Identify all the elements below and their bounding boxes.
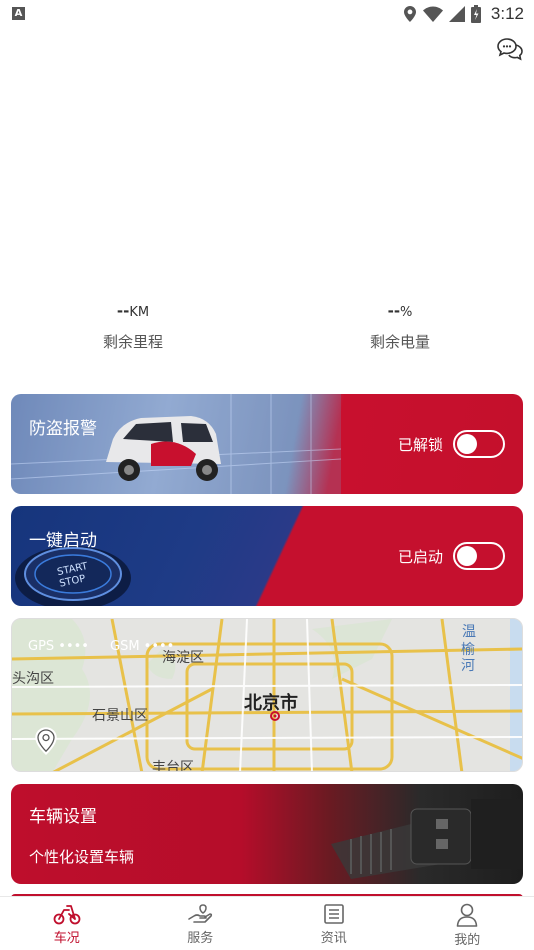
switch-knob [457, 434, 477, 454]
lock-state-label: 已解锁 [397, 435, 443, 454]
news-icon [323, 904, 344, 924]
notification-a-icon: A [12, 7, 25, 20]
map-label-he: 河 [461, 658, 475, 674]
one-key-start-card[interactable]: START STOP 一键启动 已启动 [11, 506, 523, 606]
location-icon [403, 6, 416, 22]
nav-label: 资讯 [320, 931, 347, 946]
nav-item-service[interactable]: 服务 [134, 897, 268, 950]
remaining-mileage: --KM 剩余里程 [63, 300, 203, 352]
handlebar-image [331, 799, 523, 879]
start-switch[interactable] [453, 542, 505, 570]
location-pin-icon[interactable] [35, 727, 57, 755]
vehicle-settings-title: 车辆设置 [29, 807, 97, 827]
scooter-icon [53, 905, 81, 925]
service-hand-icon [188, 904, 213, 923]
anti-theft-toggle-row: 已解锁 [398, 430, 505, 458]
start-toggle-row: 已启动 [398, 542, 505, 570]
start-state-label: 已启动 [397, 547, 443, 566]
anti-theft-card[interactable]: 防盗报警 已解锁 [11, 394, 523, 494]
vehicle-settings-card[interactable]: 车辆设置 个性化设置车辆 [11, 784, 523, 884]
vehicle-settings-subtitle: 个性化设置车辆 [29, 848, 135, 866]
profile-icon [456, 903, 478, 927]
battery-label: 剩余电量 [369, 333, 430, 351]
battery-value: --% [387, 302, 413, 320]
map-label-fengtai: 丰台区 [152, 760, 194, 772]
bottom-nav: 车况 服务 资讯 我的 [0, 896, 534, 950]
battery-icon [470, 5, 481, 23]
mileage-value: --KM [116, 302, 150, 320]
map-label-haidian: 海淀区 [162, 650, 204, 666]
map-label-wen: 温 [462, 624, 476, 640]
map-label-beijing: 北京市 [244, 693, 298, 714]
anti-theft-title: 防盗报警 [29, 419, 97, 439]
clock: 3:12 [490, 4, 524, 23]
wifi-icon [422, 6, 443, 22]
map-label-mentougou: 头沟区 [12, 671, 54, 687]
chat-icon[interactable] [496, 36, 524, 62]
switch-knob [457, 546, 477, 566]
status-bar: A 3:12 [0, 0, 534, 28]
signal-icon [448, 6, 465, 22]
map-label-shijingshan: 石景山区 [92, 708, 148, 724]
car-image [11, 394, 341, 494]
nav-item-vehicle-status[interactable]: 车况 [0, 897, 134, 950]
gps-signal: GPS •••• [28, 639, 89, 654]
nav-label: 服务 [187, 931, 214, 946]
one-key-start-title: 一键启动 [29, 531, 97, 551]
nav-label: 我的 [454, 933, 481, 948]
map-card[interactable]: GPS •••• GSM •••• 海淀区 北京市 石景山区 丰台区 头沟区 温… [11, 618, 523, 772]
anti-theft-switch[interactable] [453, 430, 505, 458]
nav-item-news[interactable]: 资讯 [267, 897, 401, 950]
nav-label: 车况 [53, 931, 80, 946]
mileage-label: 剩余里程 [102, 333, 163, 351]
nav-item-profile[interactable]: 我的 [401, 897, 534, 950]
remaining-battery: --% 剩余电量 [330, 300, 470, 352]
